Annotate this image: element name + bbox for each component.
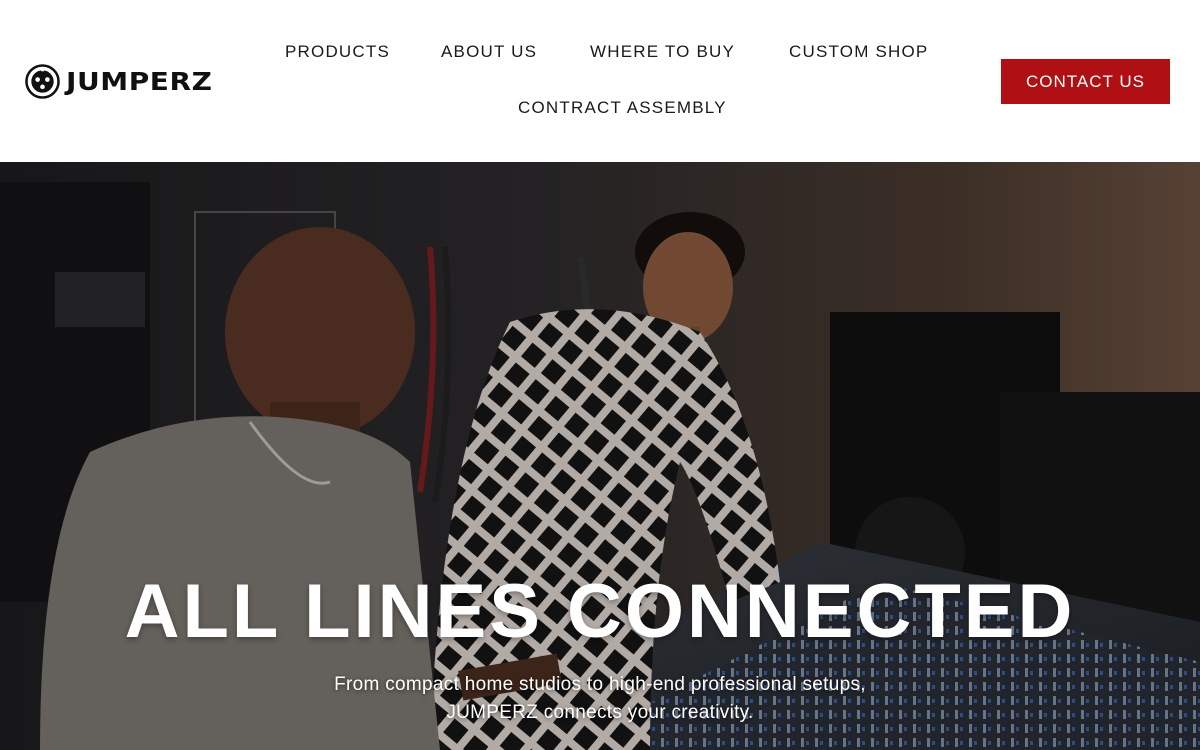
- hero-section: ALL LINES CONNECTED From compact home st…: [0, 162, 1200, 750]
- nav-item-where-to-buy[interactable]: WHERE TO BUY: [590, 42, 735, 62]
- nav-item-products[interactable]: PRODUCTS: [285, 42, 390, 62]
- hero-overlay: [0, 162, 1200, 750]
- main-nav: PRODUCTS ABOUT US WHERE TO BUY CUSTOM SH…: [250, 0, 1000, 162]
- hero-subtitle-line-2: JUMPERZ connects your creativity.: [446, 702, 754, 723]
- brand-logo[interactable]: JUMPERZ: [25, 62, 212, 100]
- site-header: JUMPERZ PRODUCTS ABOUT US WHERE TO BUY C…: [0, 0, 1200, 162]
- hero-subtitle-line-1: From compact home studios to high-end pr…: [334, 674, 866, 695]
- contact-us-button[interactable]: CONTACT US: [1001, 59, 1170, 104]
- nav-item-about-us[interactable]: ABOUT US: [441, 42, 537, 62]
- hero-title: ALL LINES CONNECTED: [124, 569, 1076, 654]
- nav-item-custom-shop[interactable]: CUSTOM SHOP: [789, 42, 928, 62]
- brand-name: JUMPERZ: [66, 66, 213, 96]
- xlr-connector-icon: [25, 63, 60, 99]
- nav-item-contract-assembly[interactable]: CONTRACT ASSEMBLY: [518, 98, 727, 118]
- hero-subtitle: From compact home studios to high-end pr…: [0, 671, 1200, 727]
